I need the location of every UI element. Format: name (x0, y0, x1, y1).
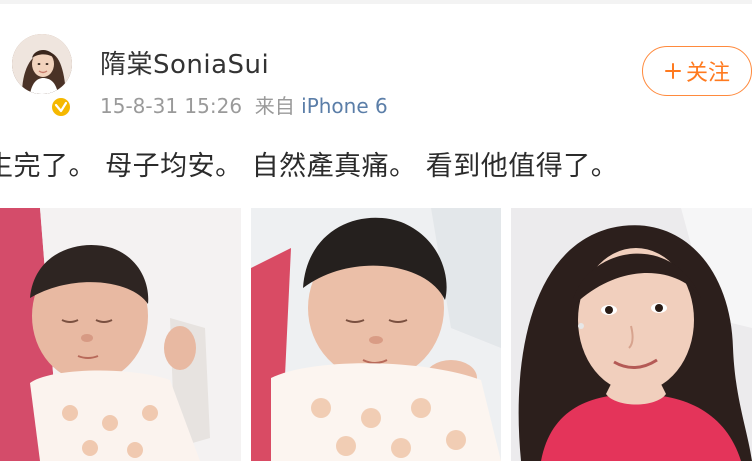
post-timestamp: 15-8-31 15:26 (100, 94, 243, 118)
avatar[interactable] (12, 34, 72, 94)
post-meta: 15-8-31 15:26 来自 iPhone 6 (100, 90, 388, 119)
mother-selfie-photo[interactable] (511, 208, 752, 461)
user-name[interactable]: 隋棠SoniaSui (100, 44, 269, 81)
newborn-photo-2[interactable] (251, 208, 501, 461)
plus-icon (664, 63, 681, 79)
top-divider (0, 0, 752, 4)
verified-badge-icon (50, 96, 72, 118)
source-link[interactable]: iPhone 6 (301, 94, 388, 118)
follow-button[interactable]: 关注 (642, 46, 752, 96)
newborn-photo-1[interactable] (0, 208, 241, 461)
source-prefix: 来自 (254, 94, 295, 118)
follow-label: 关注 (685, 61, 730, 86)
post-text: 生完了。 母子均安。 自然產真痛。 看到他值得了。 (0, 151, 619, 182)
